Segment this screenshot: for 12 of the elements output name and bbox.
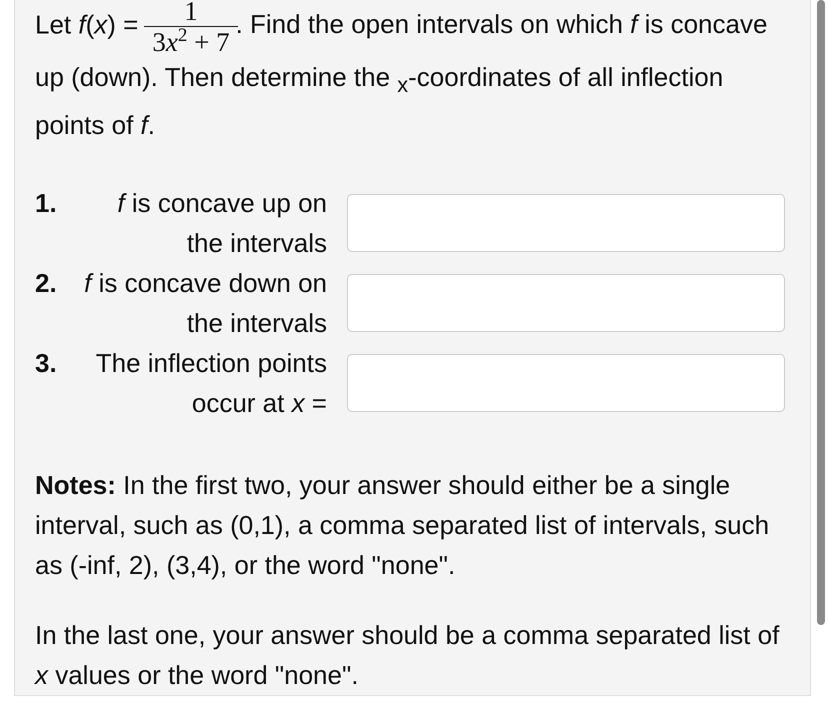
question-label: The inflection points occur at x = xyxy=(94,347,327,420)
answer-field[interactable] xyxy=(347,274,785,332)
problem-text: Let f(x) = 1 3x$^{2}$ + 7 . Find the open intervals on which f is concave up (down). Then determine the $_{x}$-coordinates of all inflection points of f. xyxy=(35,0,768,142)
notes-text: Notes: In the first two, your answer should either be a single interval, such as (0,1), a comma separated list of intervals, such as (-inf, 2), (3,4), or the word "none". xyxy=(35,469,770,582)
notes-text: In the last one, your answer should be a comma separated list of x values or the word "none". xyxy=(35,619,780,692)
question-label: f is concave down on the intervals xyxy=(83,267,327,340)
scrollbar[interactable] xyxy=(817,0,825,625)
answer-field[interactable] xyxy=(347,194,785,252)
question-number: 1. xyxy=(35,187,58,220)
question-number: 3. xyxy=(35,347,58,380)
answer-field[interactable] xyxy=(347,354,785,412)
question-number: 2. xyxy=(35,267,58,300)
